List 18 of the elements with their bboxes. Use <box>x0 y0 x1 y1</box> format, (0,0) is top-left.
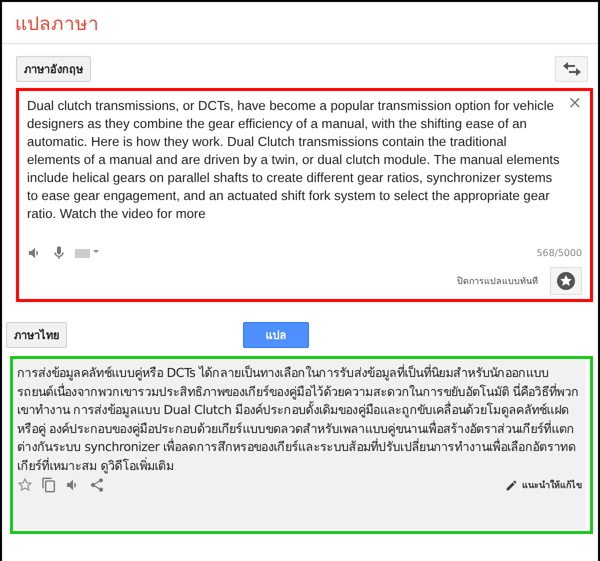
share-icon[interactable] <box>89 477 105 493</box>
source-language-button[interactable]: ภาษาอังกฤษ <box>16 56 91 82</box>
suggest-edit-label: แนะนำให้แก้ไข <box>522 478 582 492</box>
translated-text: การส่งข้อมูลคลัทช์แบบคู่หรือ DCTs ได้กลายเป็นทางเลือกในการรับส่งข้อมูลที่เป็นที่นิยมสำหรับนักออกแบบรถยนต์เนื่องจากพวกเขารวมประสิทธิภาพของเกียร์ของคู่มือไว้ด้วยความสะดวกในการขยับอัตโนมัติ นี่คือวิธีที่พวกเขาทำงาน การส่งข้อมูลแบบ Dual Clutch มีองค์ประกอบดั้งเดิมของคู่มือและถูกขับเคลื่อนด้วยโมดูลคลัทช์แฝดหรือคู่ องค์ประกอบของคู่มือประกอบด้วยเกียร์แบบขดลวดสำหรับเพลาแบบคู่ขนานเพื่อสร้างอัตราส่วนเกียร์ที่แตกต่างกันระบบ synchronizer เพื่อลดการสึกหรอของเกียร์และระบบส้อมที่ปรับเปลี่ยนการทำงานเพื่อเลือกอัตราทดเกียร์ที่เหมาะสม ดูวิดีโอเพิ่มเติม <box>17 364 580 475</box>
swap-button[interactable] <box>555 56 588 82</box>
phrasebook-button[interactable] <box>550 267 582 295</box>
copy-icon[interactable] <box>41 477 57 493</box>
target-language-button[interactable]: ภาษาไทย <box>6 322 67 348</box>
star-outline-icon[interactable] <box>17 477 33 493</box>
suggest-edit-link[interactable]: แนะนำให้แก้ไข <box>505 478 582 492</box>
page-title: แปลภาษา <box>15 12 99 36</box>
source-text[interactable]: Dual clutch transmissions, or DCTs, have become a popular transmission option for vehicle designers as they combine the gear efficiency of a manual, with the shifting ease of an automatic. Here is how they work. Dual Clutch transmissions contain the traditional elements of a manual and are driven by a twin, or dual clutch module. The manual elements include helical gears on parallel shafts to create different gear ratios, synchronizer systems to ease gear engagement, and an actuated shift fork system to select the appropriate gear ratio. Watch the video for more <box>27 97 562 223</box>
character-count: 568/5000 <box>536 248 582 258</box>
instant-translation-toggle[interactable]: ปิดการแปลแบบทันที <box>457 274 538 288</box>
keyboard-icon[interactable] <box>75 247 99 259</box>
swap-arrows-icon <box>562 62 580 76</box>
pencil-icon <box>505 478 518 492</box>
clear-button[interactable]: × <box>568 93 582 113</box>
